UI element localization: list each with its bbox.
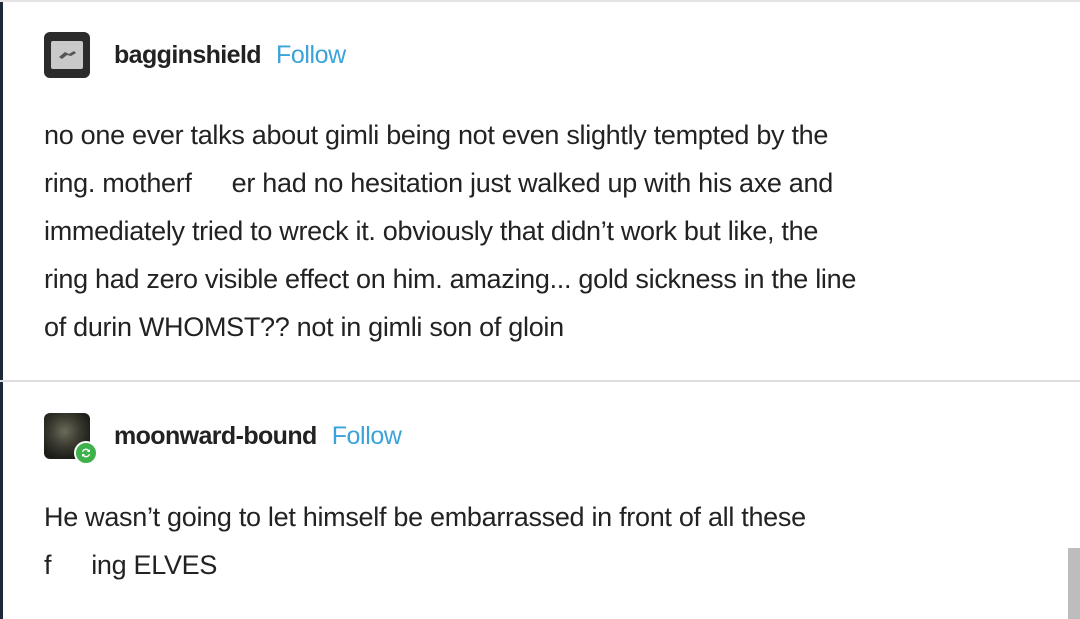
avatar[interactable] [44,413,98,465]
post-text-line: no one ever talks about gimli being not … [44,120,829,150]
post-text-fragment: ring. motherf [44,168,192,198]
post-text-line: ring had zero visible effect on him. ama… [44,264,857,294]
post-header: moonward-bound Follow [44,413,402,465]
follow-button[interactable]: Follow [276,41,346,70]
post-text-line: ring. motherf er had no hesitation just w… [44,159,856,207]
post-text-fragment: er had no hesitation just walked up with… [231,168,834,198]
post-body: He wasn’t going to let himself be embarr… [44,493,806,589]
post-header: bagginshield Follow [44,32,346,78]
username[interactable]: bagginshield [114,41,262,70]
post-text-line: He wasn’t going to let himself be embarr… [44,502,806,532]
post-text-line: of durin WHOMST?? not in gimli son of gl… [44,312,564,342]
post-body: no one ever talks about gimli being not … [44,111,856,351]
post-bagginshield: bagginshield Follow no one ever talks ab… [0,0,1080,380]
post-text-line: f ing ELVES [44,541,806,589]
reblog-badge-icon [74,441,98,465]
post-text-line: immediately tried to wreck it. obviously… [44,216,819,246]
scrollbar-fragment [1068,548,1080,619]
username[interactable]: moonward-bound [114,422,317,451]
avatar-image-icon [51,41,83,69]
post-text-fragment: f [44,550,52,580]
post-text-fragment: ing ELVES [91,550,218,580]
follow-button[interactable]: Follow [332,422,402,451]
avatar[interactable] [44,32,90,78]
